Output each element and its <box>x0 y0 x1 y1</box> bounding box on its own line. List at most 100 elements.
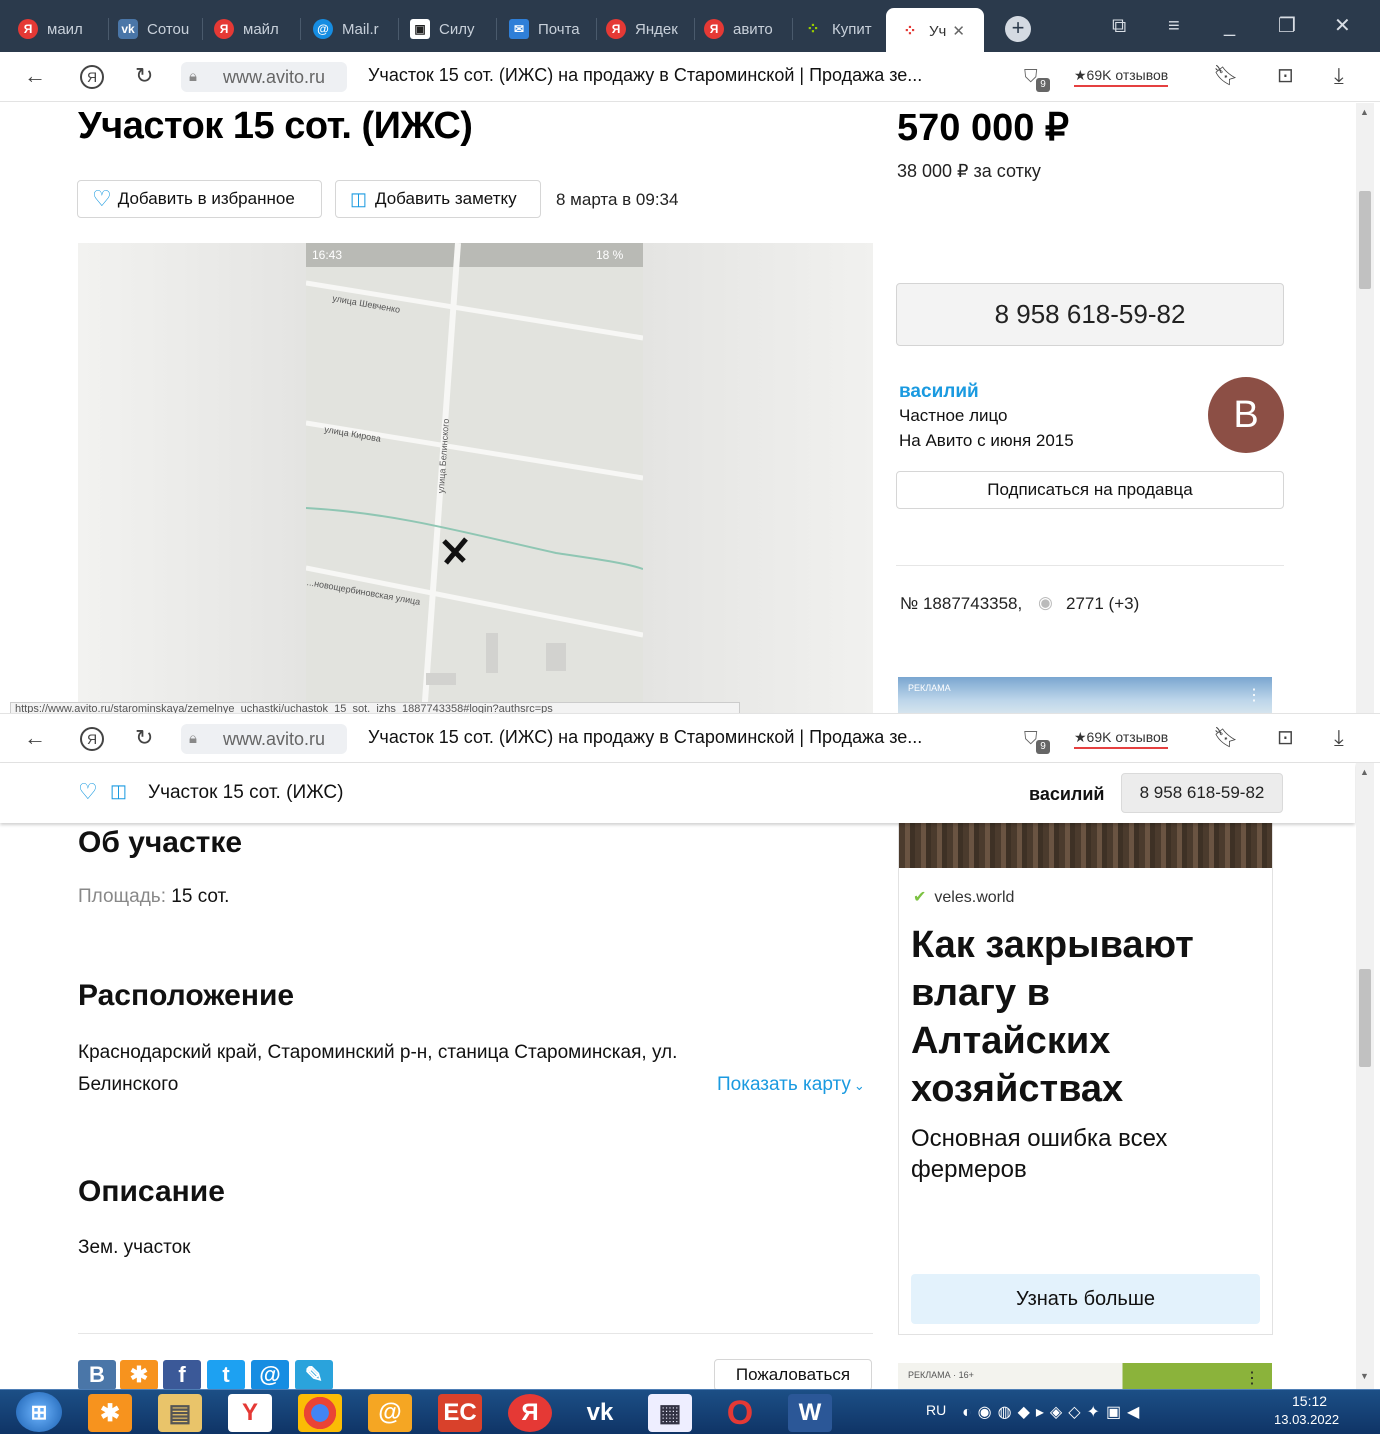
new-tab-icon[interactable]: + <box>1005 16 1031 42</box>
reviews-link[interactable]: ★69K отзывов <box>1074 67 1169 87</box>
ad-learn-more-button[interactable]: Узнать больше <box>911 1274 1260 1324</box>
tab-2[interactable]: vk Сотоu <box>118 9 200 49</box>
windows-taskbar: ⊞ ✱ ▤ Y @ EC Я vk ▦ O W RU ◐◉◍◆▸◈◇✦▣◀ 15… <box>0 1389 1380 1434</box>
mail-icon: ✉ <box>509 19 529 39</box>
scrollbar[interactable]: ▲ <box>1356 103 1374 715</box>
minimize-icon[interactable]: _ <box>1224 14 1235 38</box>
menu-icon[interactable]: ≡ <box>1168 14 1180 38</box>
back-icon[interactable]: ← <box>24 726 46 750</box>
yandex-home-icon[interactable]: Я <box>80 727 104 751</box>
tab-4[interactable]: @ Mail.r <box>313 9 397 49</box>
add-note-label: Добавить заметку <box>375 189 517 208</box>
tab-8[interactable]: Яавито <box>704 9 790 49</box>
yandex-icon[interactable]: Я <box>508 1394 552 1432</box>
yandex-home-icon[interactable]: Я <box>80 65 104 89</box>
yandex-icon: Я <box>704 19 724 39</box>
tab-label: Яндек <box>635 20 678 38</box>
divider <box>896 565 1284 566</box>
calendar-icon[interactable]: ▦ <box>648 1394 692 1432</box>
download-icon[interactable]: ⤓ <box>1334 726 1344 750</box>
mailru-share-icon[interactable]: @ <box>251 1360 289 1390</box>
sticky-phone-button[interactable]: 8 958 618-59-82 <box>1121 773 1283 813</box>
url-pill[interactable]: 🔒︎ www.avito.ru <box>181 62 347 92</box>
yandex-browser-icon[interactable]: Y <box>228 1394 272 1432</box>
ad-banner-image[interactable]: РЕКЛАМА ⋮ <box>898 677 1272 715</box>
seller-name-link[interactable]: василий <box>899 381 979 403</box>
app-ec-icon[interactable]: EC <box>438 1394 482 1432</box>
start-button[interactable]: ⊞ <box>16 1392 62 1432</box>
address-line-1: Краснодарский край, Староминский р-н, ст… <box>78 1042 678 1063</box>
add-note-button[interactable]: ◫ Добавить заметку <box>335 180 541 218</box>
explorer-icon[interactable]: ▤ <box>158 1394 202 1432</box>
complain-button[interactable]: Пожаловаться <box>714 1359 872 1391</box>
download-icon[interactable]: ⤓ <box>1334 64 1344 88</box>
chrome-icon[interactable] <box>298 1394 342 1432</box>
show-phone-button[interactable]: 8 958 618-59-82 <box>896 283 1284 346</box>
reader-icon[interactable]: ⊡ <box>1277 64 1294 88</box>
bookmark-icon[interactable]: 🔖︎ <box>1213 64 1238 88</box>
livejournal-share-icon[interactable]: ✎ <box>295 1360 333 1390</box>
photo-gallery[interactable]: 16:43 18 % улица Шевченко улица Кирова у… <box>78 243 873 715</box>
tab-label: авито <box>733 20 773 38</box>
tab-1[interactable]: Ямаил <box>18 9 108 49</box>
area-value: 15 сот. <box>171 886 230 907</box>
reload-icon[interactable]: ↻ <box>135 64 153 88</box>
ad-label: РЕКЛАМА · 16+ <box>908 1370 974 1380</box>
sticky-seller[interactable]: василий <box>1029 784 1104 805</box>
tab-3[interactable]: Ямайл <box>214 9 298 49</box>
url-pill[interactable]: 🔒︎ www.avito.ru <box>181 724 347 754</box>
facebook-share-icon[interactable]: f <box>163 1360 201 1390</box>
tab-7[interactable]: Я Яндек <box>606 9 692 49</box>
vk-icon[interactable]: vk <box>578 1394 622 1432</box>
protect-icon[interactable]: ⛉ 9 <box>1024 728 1050 754</box>
odnoklassniki-icon[interactable]: ✱ <box>88 1394 132 1432</box>
reload-icon[interactable]: ↻ <box>135 726 153 750</box>
bookmark-icon[interactable]: 🔖︎ <box>1213 726 1238 750</box>
tab-5[interactable]: ▣ Силу <box>410 9 494 49</box>
protect-icon[interactable]: ⛉ 9 <box>1024 66 1050 92</box>
ad-card[interactable]: ✔ veles.world Как закрывают влагу в Алтай… <box>898 823 1273 1335</box>
tab-active[interactable]: ⁘ Уч ✕ <box>886 8 984 54</box>
twitter-share-icon[interactable]: t <box>207 1360 245 1390</box>
language-indicator[interactable]: RU <box>926 1402 946 1418</box>
tab-6[interactable]: ✉ Почта <box>509 9 595 49</box>
back-icon[interactable]: ← <box>24 64 46 88</box>
ad-banner-2[interactable]: РЕКЛАМА · 16+ ⋮ <box>898 1363 1272 1390</box>
page-title: Участок 15 сот. (ИЖС) на продажу в Старо… <box>368 65 923 85</box>
add-favorite-button[interactable]: ♡ Добавить в избранное <box>77 180 322 218</box>
ad-photo <box>899 823 1272 868</box>
reader-icon[interactable]: ⊡ <box>1277 726 1294 750</box>
add-favorite-label: Добавить в избранное <box>117 189 295 208</box>
clock-date[interactable]: 13.03.2022 <box>1274 1412 1339 1427</box>
opera-icon[interactable]: O <box>718 1394 762 1432</box>
area-label: Площадь: <box>78 886 166 907</box>
tray-icons[interactable]: ◐◉◍◆▸◈◇✦▣◀ <box>962 1402 1145 1422</box>
ok-share-icon[interactable]: ✱ <box>120 1360 158 1390</box>
ad-more-icon[interactable]: ⋮ <box>1246 685 1262 705</box>
clock-time[interactable]: 15:12 <box>1292 1393 1327 1409</box>
lock-icon: 🔒︎ <box>189 730 197 747</box>
collections-icon[interactable]: ⧉ <box>1112 14 1126 38</box>
close-tab-icon[interactable]: ✕ <box>952 22 965 40</box>
mail-agent-icon[interactable]: @ <box>368 1394 412 1432</box>
ad-more-icon[interactable]: ⋮ <box>1244 1368 1260 1388</box>
scrollbar-2[interactable]: ▲ ▼ <box>1356 763 1374 1389</box>
seller-since: На Авито с июня 2015 <box>899 431 1074 450</box>
show-map-label: Показать карту <box>717 1074 851 1095</box>
ad-source[interactable]: ✔ veles.world <box>913 887 1014 907</box>
subscribe-button[interactable]: Подписаться на продавца <box>896 471 1284 509</box>
ad-headline[interactable]: Как закрывают влагу в Алтайских хозяйств… <box>911 921 1251 1113</box>
heart-icon[interactable]: ♡ <box>78 779 98 805</box>
tab-9[interactable]: ⁘ Купит <box>803 9 883 49</box>
note-icon[interactable]: ◫ <box>110 781 127 802</box>
tab-label: Уч <box>929 22 947 40</box>
vk-icon: vk <box>118 19 138 39</box>
word-icon[interactable]: W <box>788 1394 832 1432</box>
seller-avatar[interactable]: В <box>1208 377 1284 453</box>
close-window-icon[interactable]: ✕ <box>1334 14 1351 38</box>
listing-title: Участок 15 сот. (ИЖС) <box>78 105 473 147</box>
restore-icon[interactable]: ❐ <box>1278 14 1296 38</box>
reviews-link[interactable]: ★69K отзывов <box>1074 729 1169 749</box>
show-map-link[interactable]: Показать карту ⌄ <box>717 1074 865 1096</box>
vk-share-icon[interactable]: В <box>78 1360 116 1390</box>
